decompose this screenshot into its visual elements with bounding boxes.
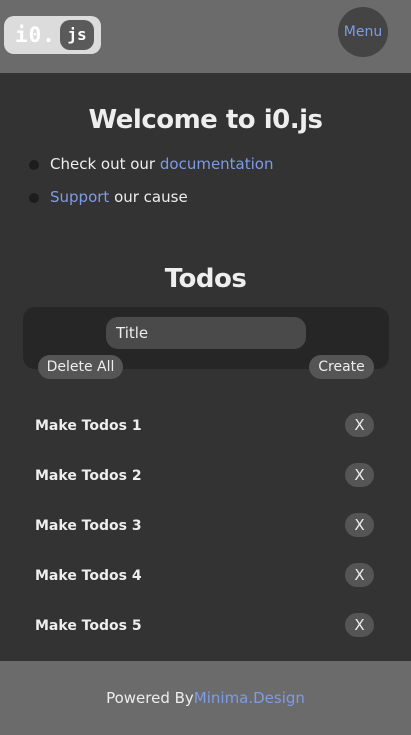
documentation-prefix: Check out our xyxy=(50,155,160,173)
minima-design-link[interactable]: Minima.Design xyxy=(194,689,305,707)
bullet-icon xyxy=(29,193,39,203)
todo-item-label: Make Todos 3 xyxy=(35,518,142,534)
support-suffix: our cause xyxy=(109,188,188,206)
logo-text: i0. xyxy=(15,23,56,47)
title-input[interactable] xyxy=(106,317,306,349)
documentation-line: Check out our documentation xyxy=(50,154,273,174)
logo-badge: js xyxy=(60,20,94,50)
delete-todo-button[interactable]: X xyxy=(345,463,374,487)
todo-item-label: Make Todos 1 xyxy=(35,418,142,434)
support-line: Support our cause xyxy=(50,187,188,207)
support-link[interactable]: Support xyxy=(50,188,109,206)
todo-item-label: Make Todos 5 xyxy=(35,618,142,634)
todo-item-label: Make Todos 2 xyxy=(35,468,142,484)
header-bar: i0. js Menu xyxy=(0,0,411,73)
footer-prefix: Powered By xyxy=(106,689,194,707)
menu-button[interactable]: Menu xyxy=(338,7,388,57)
bullet-icon xyxy=(29,160,39,170)
delete-todo-button[interactable]: X xyxy=(345,563,374,587)
delete-todo-button[interactable]: X xyxy=(345,613,374,637)
create-button[interactable]: Create xyxy=(309,355,374,379)
logo[interactable]: i0. js xyxy=(4,16,101,54)
delete-todo-button[interactable]: X xyxy=(345,413,374,437)
delete-todo-button[interactable]: X xyxy=(345,513,374,537)
footer-text: Powered ByMinima.Design xyxy=(0,688,411,708)
welcome-title: Welcome to i0.js xyxy=(88,105,323,135)
footer-bar: Powered ByMinima.Design xyxy=(0,661,411,735)
delete-all-button[interactable]: Delete All xyxy=(38,355,123,379)
todos-title: Todos xyxy=(164,264,247,294)
documentation-link[interactable]: documentation xyxy=(160,155,274,173)
todo-item-label: Make Todos 4 xyxy=(35,568,142,584)
